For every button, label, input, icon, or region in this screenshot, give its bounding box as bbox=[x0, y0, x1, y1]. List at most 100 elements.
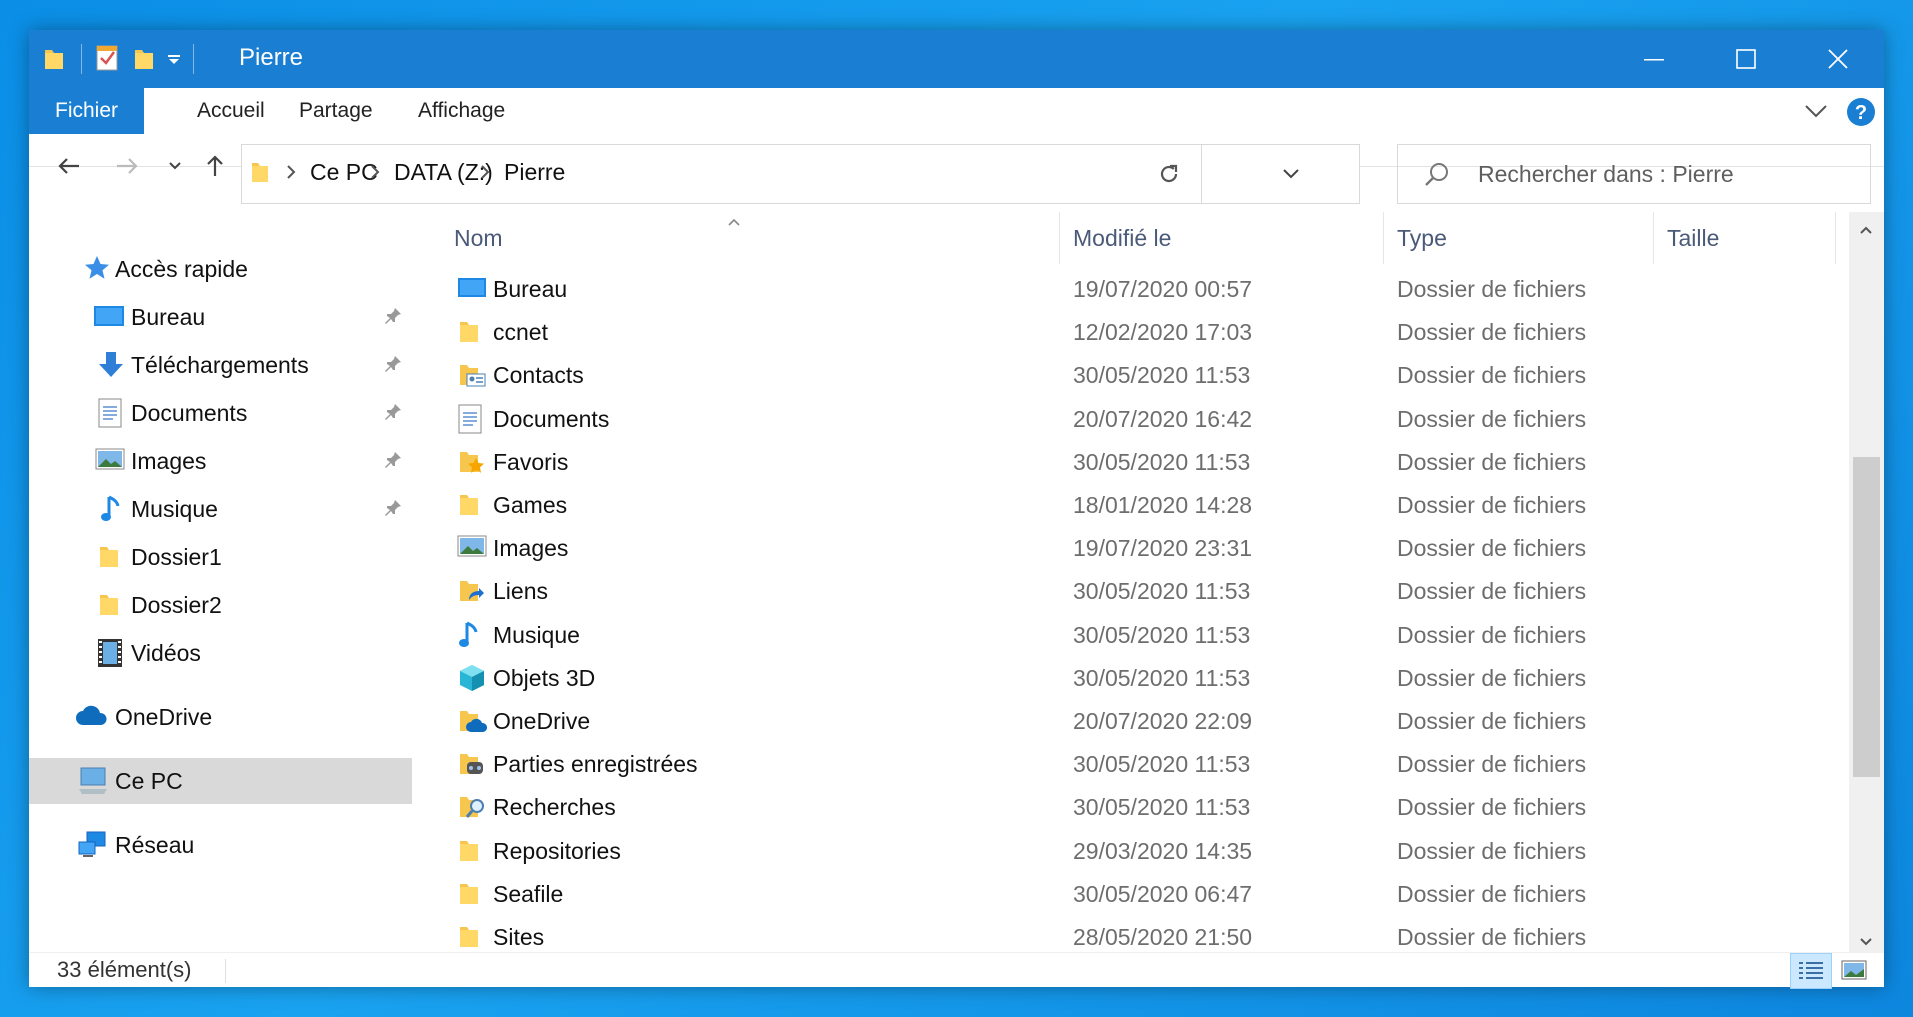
file-modified-date: 30/05/2020 11:53 bbox=[1073, 362, 1251, 389]
file-modified-date: 30/05/2020 06:47 bbox=[1073, 880, 1253, 907]
refresh-button[interactable] bbox=[1137, 144, 1202, 204]
file-row[interactable]: Musique 30/05/2020 11:53 Dossier de fichie… bbox=[447, 614, 1837, 656]
up-button[interactable] bbox=[197, 148, 233, 184]
file-row[interactable]: Images 19/07/2020 23:31 Dossier de fichier… bbox=[447, 527, 1837, 569]
sort-ascending-icon bbox=[727, 206, 741, 233]
file-row[interactable]: Objets 3D 30/05/2020 11:53 Dossier de fich… bbox=[447, 657, 1837, 699]
file-row[interactable]: ccnet 12/02/2020 17:03 Dossier de fichiers bbox=[447, 311, 1837, 353]
nav-label: Musique bbox=[131, 496, 218, 522]
column-header-nom[interactable]: Nom bbox=[454, 225, 503, 252]
folder-icon bbox=[97, 590, 121, 623]
pin-icon[interactable] bbox=[383, 450, 403, 475]
nav-reseau[interactable]: Réseau bbox=[29, 822, 412, 868]
tab-fichier[interactable]: Fichier bbox=[29, 88, 144, 134]
properties-icon[interactable] bbox=[96, 43, 118, 76]
tab-affichage[interactable]: Affichage bbox=[391, 88, 532, 134]
file-type: Dossier de fichiers bbox=[1397, 794, 1587, 821]
scrollbar-thumb[interactable] bbox=[1853, 457, 1880, 777]
nav-videos[interactable]: Vidéos bbox=[29, 630, 412, 676]
scroll-down-icon[interactable] bbox=[1859, 934, 1873, 952]
folder-icon bbox=[457, 836, 481, 869]
network-icon bbox=[77, 830, 109, 865]
pictures-icon bbox=[95, 446, 125, 477]
breadcrumb-pierre[interactable]: Pierre bbox=[504, 159, 565, 186]
address-toolbar: Ce PC DATA (Z:) Pierre Rechercher dans :… bbox=[29, 134, 1884, 204]
column-divider[interactable] bbox=[1059, 212, 1060, 264]
file-name: Documents bbox=[493, 405, 610, 432]
file-row[interactable]: Documents 20/07/2020 16:42 Dossier de fich… bbox=[447, 398, 1837, 440]
vertical-scrollbar[interactable] bbox=[1849, 212, 1884, 952]
file-modified-date: 19/07/2020 23:31 bbox=[1073, 535, 1253, 562]
file-row[interactable]: Favoris 30/05/2020 11:53 Dossier de fichie… bbox=[447, 441, 1837, 483]
nav-dossier2[interactable]: Dossier2 bbox=[29, 582, 412, 628]
column-header-type[interactable]: Type bbox=[1397, 225, 1447, 252]
column-divider[interactable] bbox=[1653, 212, 1654, 264]
close-button[interactable] bbox=[1792, 30, 1884, 88]
nav-onedrive[interactable]: OneDrive bbox=[29, 694, 412, 740]
tab-partage[interactable]: Partage bbox=[272, 88, 400, 134]
breadcrumb-separator-icon[interactable] bbox=[480, 164, 490, 185]
customize-quick-access-dropdown-icon[interactable] bbox=[168, 52, 180, 70]
column-divider[interactable] bbox=[1835, 212, 1836, 264]
file-row[interactable]: Seafile 30/05/2020 06:47 Dossier de fichie… bbox=[447, 873, 1837, 915]
file-row[interactable]: Repositories 29/03/2020 14:35 Dossier de f… bbox=[447, 830, 1837, 872]
breadcrumb-separator-icon[interactable] bbox=[370, 164, 380, 185]
details-view-button[interactable] bbox=[1790, 953, 1832, 989]
search-placeholder: Rechercher dans : Pierre bbox=[1478, 161, 1734, 187]
forward-button[interactable] bbox=[109, 148, 145, 184]
file-row[interactable]: Games 18/01/2020 14:28 Dossier de fichiers bbox=[447, 484, 1837, 526]
large-icons-view-button[interactable] bbox=[1834, 953, 1874, 987]
maximize-icon bbox=[1736, 49, 1756, 69]
recent-locations-button[interactable] bbox=[157, 148, 193, 184]
documents-icon bbox=[457, 404, 483, 439]
file-name: Sites bbox=[493, 924, 545, 950]
file-name: Favoris bbox=[493, 448, 569, 475]
chevron-down-icon bbox=[169, 162, 181, 170]
scroll-up-icon[interactable] bbox=[1859, 222, 1873, 240]
address-history-dropdown-icon[interactable] bbox=[1282, 167, 1300, 185]
file-row[interactable]: OneDrive 20/07/2020 22:09 Dossier de fichi… bbox=[447, 700, 1837, 742]
nav-telechargements[interactable]: Téléchargements bbox=[29, 342, 412, 388]
breadcrumb-ce-pc[interactable]: Ce PC bbox=[310, 159, 378, 186]
folder-icon bbox=[250, 160, 270, 189]
file-row[interactable]: Contacts 30/05/2020 11:53 Dossier de fichi… bbox=[447, 354, 1837, 396]
file-row[interactable]: Bureau 19/07/2020 00:57 Dossier de fichier… bbox=[447, 268, 1837, 310]
folder-icon bbox=[457, 317, 481, 350]
expand-ribbon-icon[interactable] bbox=[1804, 103, 1828, 124]
file-modified-date: 29/03/2020 14:35 bbox=[1073, 837, 1253, 864]
nav-bureau[interactable]: Bureau bbox=[29, 294, 412, 340]
navigation-pane: Accès rapide Bureau Téléchargements Docu… bbox=[29, 212, 412, 952]
back-arrow-icon bbox=[58, 158, 79, 174]
nav-label: Documents bbox=[131, 400, 248, 426]
new-folder-icon[interactable] bbox=[133, 46, 155, 77]
file-type: Dossier de fichiers bbox=[1397, 708, 1587, 734]
column-header-modifie-le[interactable]: Modifié le bbox=[1073, 225, 1171, 252]
file-modified-date: 20/07/2020 16:42 bbox=[1073, 405, 1253, 432]
file-row[interactable]: Parties enregistrées 30/05/2020 11:53 Doss… bbox=[447, 743, 1837, 785]
breadcrumb-data-drive[interactable]: DATA (Z:) bbox=[394, 159, 493, 186]
pin-icon[interactable] bbox=[383, 402, 403, 427]
nav-dossier1[interactable]: Dossier1 bbox=[29, 534, 412, 580]
pin-icon[interactable] bbox=[383, 498, 403, 523]
file-name: Liens bbox=[493, 578, 548, 605]
status-bar: 33 élément(s) bbox=[29, 952, 1884, 989]
minimize-button[interactable] bbox=[1608, 30, 1700, 88]
nav-ce-pc[interactable]: Ce PC bbox=[29, 758, 412, 804]
back-button[interactable] bbox=[51, 148, 87, 184]
pin-icon[interactable] bbox=[383, 306, 403, 331]
maximize-button[interactable] bbox=[1700, 30, 1792, 88]
column-divider[interactable] bbox=[1383, 212, 1384, 264]
pin-icon[interactable] bbox=[383, 354, 403, 379]
column-header-row: Nom Modifié le Type Taille bbox=[447, 212, 1837, 268]
file-modified-date: 30/05/2020 11:53 bbox=[1073, 794, 1251, 821]
column-header-taille[interactable]: Taille bbox=[1667, 225, 1719, 252]
nav-documents[interactable]: Documents bbox=[29, 390, 412, 436]
nav-musique[interactable]: Musique bbox=[29, 486, 412, 532]
help-icon[interactable]: ? bbox=[1846, 97, 1876, 132]
search-box[interactable]: Rechercher dans : Pierre bbox=[1397, 144, 1871, 204]
nav-images[interactable]: Images bbox=[29, 438, 412, 484]
file-row[interactable]: Recherches 30/05/2020 11:53 Dossier de fic… bbox=[447, 786, 1837, 828]
file-row[interactable]: Liens 30/05/2020 11:53 Dossier de fichiers bbox=[447, 570, 1837, 612]
nav-quick-access[interactable]: Accès rapide bbox=[29, 246, 412, 292]
breadcrumb-separator-icon[interactable] bbox=[286, 164, 296, 185]
